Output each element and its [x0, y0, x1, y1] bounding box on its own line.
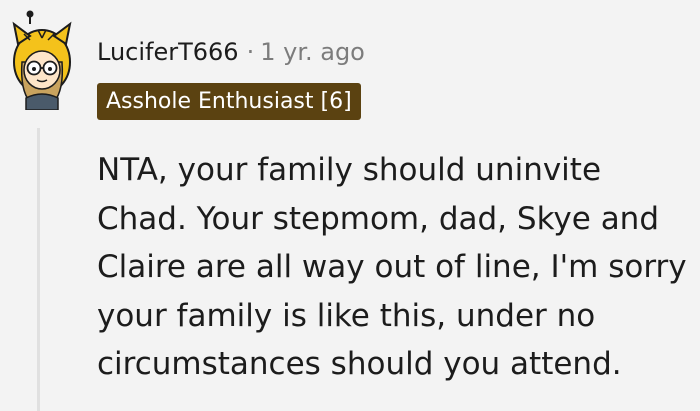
user-flair-badge: Asshole Enthusiast [6] — [97, 83, 361, 120]
timestamp-link[interactable]: 1 yr. ago — [260, 34, 365, 70]
username-link[interactable]: LuciferT666 — [97, 34, 239, 70]
comment-body: NTA, your family should uninvite Chad. Y… — [97, 152, 687, 382]
comment-header: LuciferT666 · 1 yr. ago — [97, 34, 365, 70]
thread-collapse-line[interactable] — [37, 128, 40, 411]
meta-separator: · — [246, 38, 255, 66]
comment: LuciferT666 · 1 yr. ago Asshole Enthusia… — [0, 0, 700, 411]
user-avatar-icon[interactable] — [8, 10, 74, 111]
